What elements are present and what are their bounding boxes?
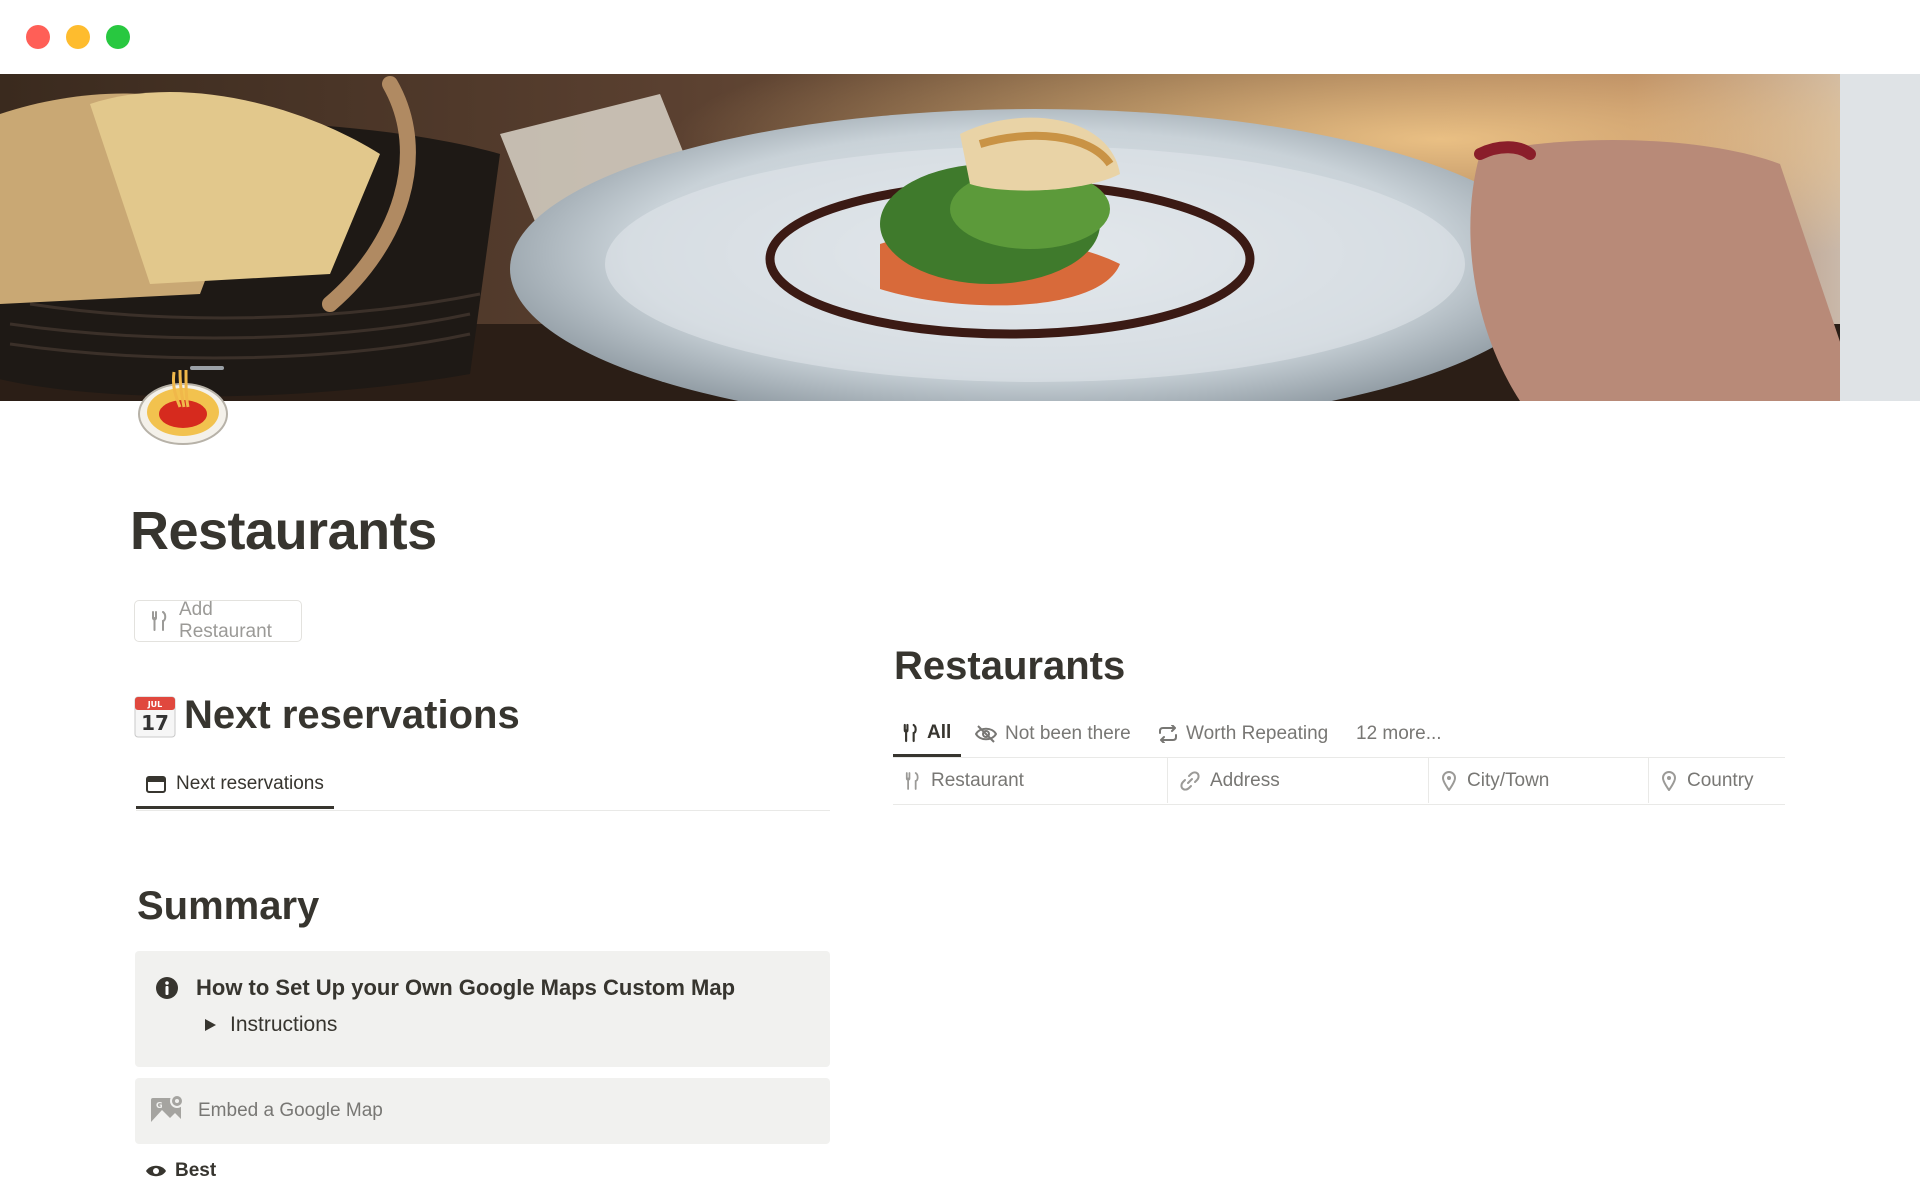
instructions-toggle[interactable]: Instructions xyxy=(205,1013,337,1037)
close-window-button[interactable] xyxy=(26,25,50,49)
calendar-icon: JUL 17 xyxy=(134,694,176,738)
tab-next-reservations-label: Next reservations xyxy=(176,773,324,794)
table-header-row: Restaurant Address City/Town Country xyxy=(893,757,1785,805)
calendar-view-icon xyxy=(146,776,166,793)
tab-next-reservations[interactable]: Next reservations xyxy=(136,762,334,809)
restaurants-db-heading: Restaurants xyxy=(894,644,1126,688)
calendar-month: JUL xyxy=(147,700,163,709)
fork-knife-icon xyxy=(152,611,167,631)
column-header-label: Address xyxy=(1210,769,1280,791)
tab-not-been-there-label: Not been there xyxy=(1005,723,1131,744)
next-reservations-title: Next reservations xyxy=(184,693,520,737)
calendar-day: 17 xyxy=(141,711,169,735)
callout-title: How to Set Up your Own Google Maps Custo… xyxy=(196,975,736,1000)
more-views-button[interactable]: 12 more... xyxy=(1356,711,1442,757)
column-header-restaurant[interactable]: Restaurant xyxy=(893,758,1168,803)
tab-not-been-there[interactable]: Not been there xyxy=(975,711,1131,757)
next-reservations-view-tabs: Next reservations xyxy=(136,762,830,811)
eye-slash-icon xyxy=(975,725,997,743)
page-title: Restaurants xyxy=(130,501,437,561)
embed-google-map-block[interactable]: G Embed a Google Map xyxy=(135,1078,830,1144)
more-views-label: 12 more... xyxy=(1356,723,1442,744)
minimize-window-button[interactable] xyxy=(66,25,90,49)
column-header-city-town[interactable]: City/Town xyxy=(1429,758,1649,803)
instructions-toggle-label: Instructions xyxy=(230,1013,338,1036)
restaurants-view-tabs: All Not been there Worth Repeating 12 mo… xyxy=(893,711,1785,757)
column-header-label: Restaurant xyxy=(931,769,1024,791)
info-icon xyxy=(156,977,178,999)
eye-icon xyxy=(146,1165,166,1177)
tab-all[interactable]: All xyxy=(893,711,962,757)
summary-heading: Summary xyxy=(137,884,320,928)
window-titlebar xyxy=(0,0,1920,74)
cover-image[interactable] xyxy=(0,74,1920,401)
embed-google-map-label: Embed a Google Map xyxy=(198,1100,383,1121)
column-header-address[interactable]: Address xyxy=(1168,758,1429,803)
column-header-label: Country xyxy=(1687,769,1754,791)
column-header-label: City/Town xyxy=(1467,769,1550,791)
maximize-window-button[interactable] xyxy=(106,25,130,49)
fork-knife-icon xyxy=(903,723,917,742)
link-icon xyxy=(1180,770,1200,791)
next-reservations-heading: JUL 17 Next reservations xyxy=(134,693,520,738)
spaghetti-icon[interactable] xyxy=(134,352,232,450)
add-restaurant-button[interactable]: Add Restaurant xyxy=(134,599,302,642)
best-view-label: Best xyxy=(175,1160,217,1181)
column-header-country[interactable]: Country xyxy=(1649,758,1785,803)
svg-text:G: G xyxy=(156,1101,163,1110)
tab-all-label: All xyxy=(927,721,952,743)
map-image-icon: G xyxy=(151,1094,184,1126)
fork-knife-icon xyxy=(905,771,919,790)
location-pin-icon xyxy=(1661,770,1677,791)
tab-worth-repeating[interactable]: Worth Repeating xyxy=(1158,711,1328,757)
best-view-tab[interactable]: Best xyxy=(145,1160,216,1182)
repeat-icon xyxy=(1159,725,1177,743)
callout-block: How to Set Up your Own Google Maps Custo… xyxy=(135,951,830,1067)
location-pin-icon xyxy=(1441,770,1457,791)
tab-worth-repeating-label: Worth Repeating xyxy=(1186,723,1329,744)
toggle-arrow-icon[interactable] xyxy=(205,1019,216,1031)
add-restaurant-label: Add Restaurant xyxy=(179,599,272,642)
